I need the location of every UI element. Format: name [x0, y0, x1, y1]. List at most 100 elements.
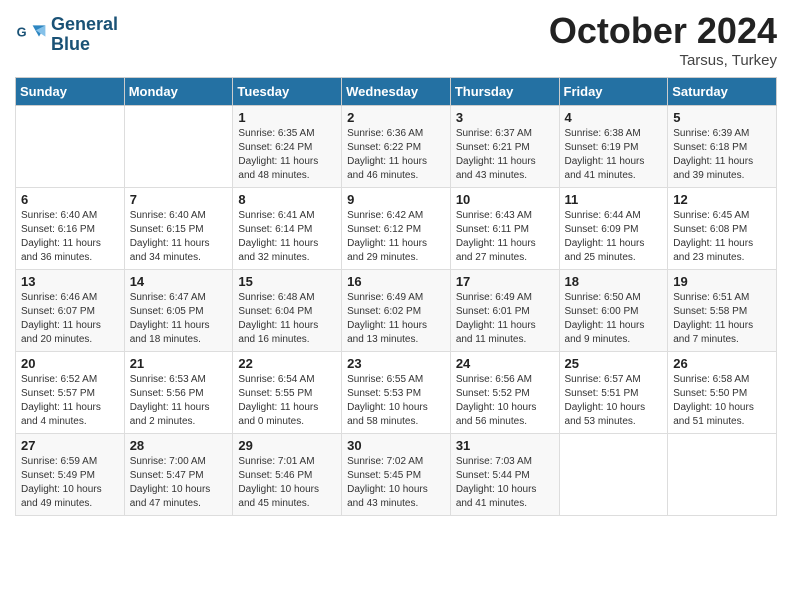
calendar-cell: 10Sunrise: 6:43 AMSunset: 6:11 PMDayligh…	[450, 188, 559, 270]
day-number: 31	[456, 438, 554, 453]
calendar-cell: 20Sunrise: 6:52 AMSunset: 5:57 PMDayligh…	[16, 352, 125, 434]
day-number: 12	[673, 192, 771, 207]
calendar-cell: 27Sunrise: 6:59 AMSunset: 5:49 PMDayligh…	[16, 434, 125, 516]
calendar-week-row: 6Sunrise: 6:40 AMSunset: 6:16 PMDaylight…	[16, 188, 777, 270]
day-number: 1	[238, 110, 336, 125]
day-number: 19	[673, 274, 771, 289]
day-header-wednesday: Wednesday	[342, 78, 451, 106]
calendar-cell: 12 Sunrise: 6:45 AMSunset: 6:08 PMDayligh…	[668, 188, 777, 270]
day-number: 6	[21, 192, 119, 207]
calendar-cell: 24 Sunrise: 6:56 AMSunset: 5:52 PMDayligh…	[450, 352, 559, 434]
calendar-cell: 29 Sunrise: 7:01 AMSunset: 5:46 PMDayligh…	[233, 434, 342, 516]
day-number: 30	[347, 438, 445, 453]
day-info: Sunrise: 6:53 AMSunset: 5:56 PMDaylight:…	[130, 373, 228, 429]
calendar-week-row: 13 Sunrise: 6:46 AMSunset: 6:07 PMDayligh…	[16, 270, 777, 352]
day-number: 8	[238, 192, 336, 207]
calendar-cell: 11 Sunrise: 6:44 AMSunset: 6:09 PMDayligh…	[559, 188, 668, 270]
day-info: Sunrise: 6:40 AMSunset: 6:15 PMDaylight:…	[130, 209, 228, 265]
day-info: Sunrise: 6:41 AMSunset: 6:14 PMDaylight:…	[238, 209, 336, 265]
month-title: October 2024	[549, 10, 777, 52]
calendar-cell: 5Sunrise: 6:39 AMSunset: 6:18 PMDaylight…	[668, 106, 777, 188]
day-info: Sunrise: 6:35 AMSunset: 6:24 PMDaylight:…	[238, 127, 336, 183]
day-number: 3	[456, 110, 554, 125]
day-number: 2	[347, 110, 445, 125]
day-info: Sunrise: 6:58 AMSunset: 5:50 PMDaylight:…	[673, 373, 771, 429]
day-info: Sunrise: 6:44 AMSunset: 6:09 PMDaylight:…	[565, 209, 663, 265]
day-info: Sunrise: 6:49 AMSunset: 6:02 PMDaylight:…	[347, 291, 445, 347]
day-number: 7	[130, 192, 228, 207]
calendar-cell: 9 Sunrise: 6:42 AMSunset: 6:12 PMDaylight…	[342, 188, 451, 270]
day-header-saturday: Saturday	[668, 78, 777, 106]
day-info: Sunrise: 6:54 AMSunset: 5:55 PMDaylight:…	[238, 373, 336, 429]
day-info: Sunrise: 7:00 AMSunset: 5:47 PMDaylight:…	[130, 455, 228, 511]
calendar-cell: 4 Sunrise: 6:38 AMSunset: 6:19 PMDaylight…	[559, 106, 668, 188]
calendar-cell: 31 Sunrise: 7:03 AMSunset: 5:44 PMDayligh…	[450, 434, 559, 516]
logo: G General Blue	[15, 15, 118, 55]
day-info: Sunrise: 6:57 AMSunset: 5:51 PMDaylight:…	[565, 373, 663, 429]
day-number: 27	[21, 438, 119, 453]
day-number: 5	[673, 110, 771, 125]
title-block: October 2024 Tarsus, Turkey	[549, 10, 777, 69]
calendar-cell: 25Sunrise: 6:57 AMSunset: 5:51 PMDayligh…	[559, 352, 668, 434]
day-number: 29	[238, 438, 336, 453]
day-info: Sunrise: 7:03 AMSunset: 5:44 PMDaylight:…	[456, 455, 554, 511]
day-header-friday: Friday	[559, 78, 668, 106]
day-info: Sunrise: 6:55 AMSunset: 5:53 PMDaylight:…	[347, 373, 445, 429]
calendar-cell: 19 Sunrise: 6:51 AMSunset: 5:58 PMDayligh…	[668, 270, 777, 352]
calendar-header-row: SundayMondayTuesdayWednesdayThursdayFrid…	[16, 78, 777, 106]
day-number: 10	[456, 192, 554, 207]
day-info: Sunrise: 6:47 AMSunset: 6:05 PMDaylight:…	[130, 291, 228, 347]
calendar-cell	[668, 434, 777, 516]
day-number: 22	[238, 356, 336, 371]
day-number: 14	[130, 274, 228, 289]
svg-text:G: G	[17, 24, 27, 39]
day-number: 24	[456, 356, 554, 371]
logo-icon: G	[15, 19, 47, 51]
day-info: Sunrise: 6:50 AMSunset: 6:00 PMDaylight:…	[565, 291, 663, 347]
day-info: Sunrise: 6:56 AMSunset: 5:52 PMDaylight:…	[456, 373, 554, 429]
calendar-cell: 3 Sunrise: 6:37 AMSunset: 6:21 PMDaylight…	[450, 106, 559, 188]
day-info: Sunrise: 6:38 AMSunset: 6:19 PMDaylight:…	[565, 127, 663, 183]
day-header-monday: Monday	[124, 78, 233, 106]
calendar-cell: 23 Sunrise: 6:55 AMSunset: 5:53 PMDayligh…	[342, 352, 451, 434]
day-number: 26	[673, 356, 771, 371]
logo-text: General Blue	[51, 15, 118, 55]
day-number: 16	[347, 274, 445, 289]
calendar-week-row: 1 Sunrise: 6:35 AMSunset: 6:24 PMDaylight…	[16, 106, 777, 188]
calendar-cell	[16, 106, 125, 188]
day-number: 23	[347, 356, 445, 371]
day-number: 28	[130, 438, 228, 453]
day-number: 4	[565, 110, 663, 125]
day-number: 20	[21, 356, 119, 371]
day-info: Sunrise: 7:02 AMSunset: 5:45 PMDaylight:…	[347, 455, 445, 511]
calendar-cell: 18Sunrise: 6:50 AMSunset: 6:00 PMDayligh…	[559, 270, 668, 352]
calendar-cell: 13 Sunrise: 6:46 AMSunset: 6:07 PMDayligh…	[16, 270, 125, 352]
day-number: 9	[347, 192, 445, 207]
day-info: Sunrise: 7:01 AMSunset: 5:46 PMDaylight:…	[238, 455, 336, 511]
calendar-cell: 26 Sunrise: 6:58 AMSunset: 5:50 PMDayligh…	[668, 352, 777, 434]
calendar-cell: 17 Sunrise: 6:49 AMSunset: 6:01 PMDayligh…	[450, 270, 559, 352]
logo-line1: General	[51, 15, 118, 35]
calendar-cell: 28 Sunrise: 7:00 AMSunset: 5:47 PMDayligh…	[124, 434, 233, 516]
calendar-cell: 21Sunrise: 6:53 AMSunset: 5:56 PMDayligh…	[124, 352, 233, 434]
day-info: Sunrise: 6:49 AMSunset: 6:01 PMDaylight:…	[456, 291, 554, 347]
day-info: Sunrise: 6:42 AMSunset: 6:12 PMDaylight:…	[347, 209, 445, 265]
calendar-cell: 6Sunrise: 6:40 AMSunset: 6:16 PMDaylight…	[16, 188, 125, 270]
day-header-thursday: Thursday	[450, 78, 559, 106]
calendar-cell: 15Sunrise: 6:48 AMSunset: 6:04 PMDayligh…	[233, 270, 342, 352]
calendar-cell: 22 Sunrise: 6:54 AMSunset: 5:55 PMDayligh…	[233, 352, 342, 434]
day-info: Sunrise: 6:37 AMSunset: 6:21 PMDaylight:…	[456, 127, 554, 183]
day-number: 11	[565, 192, 663, 207]
day-info: Sunrise: 6:46 AMSunset: 6:07 PMDaylight:…	[21, 291, 119, 347]
location-subtitle: Tarsus, Turkey	[549, 52, 777, 69]
day-number: 13	[21, 274, 119, 289]
day-info: Sunrise: 6:36 AMSunset: 6:22 PMDaylight:…	[347, 127, 445, 183]
calendar-cell: 7 Sunrise: 6:40 AMSunset: 6:15 PMDaylight…	[124, 188, 233, 270]
day-info: Sunrise: 6:51 AMSunset: 5:58 PMDaylight:…	[673, 291, 771, 347]
day-header-tuesday: Tuesday	[233, 78, 342, 106]
calendar-cell: 8 Sunrise: 6:41 AMSunset: 6:14 PMDaylight…	[233, 188, 342, 270]
day-header-sunday: Sunday	[16, 78, 125, 106]
day-info: Sunrise: 6:45 AMSunset: 6:08 PMDaylight:…	[673, 209, 771, 265]
calendar-cell	[124, 106, 233, 188]
day-number: 17	[456, 274, 554, 289]
